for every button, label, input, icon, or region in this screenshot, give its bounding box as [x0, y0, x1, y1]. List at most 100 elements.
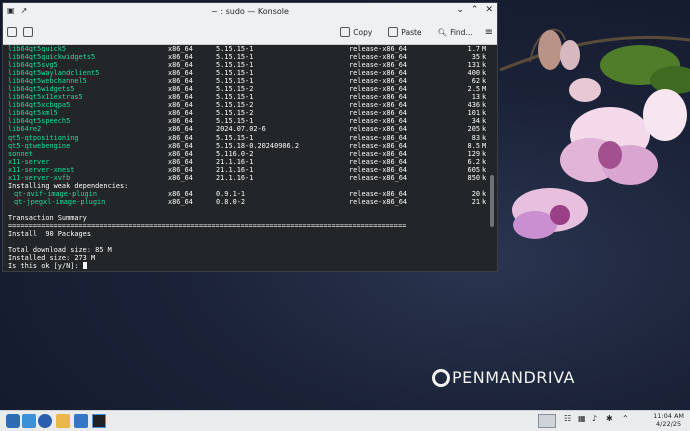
package-repo: release-x86_64 — [349, 93, 408, 102]
package-repo: release-x86_64 — [349, 149, 408, 158]
paste-button[interactable]: Paste — [384, 27, 425, 37]
taskbar: ☷ ▦ ♪ ✱ ⌃ 11:04 AM 4/22/25 — [0, 410, 690, 431]
bluetooth-icon[interactable]: ✱ — [606, 414, 613, 423]
package-size-unit: M — [482, 45, 487, 53]
workspace-pager-icon[interactable] — [538, 414, 556, 428]
package-repo: release-x86_64 — [349, 173, 408, 182]
package-size: 21 — [471, 197, 480, 206]
files-icon[interactable] — [22, 414, 36, 428]
store-icon[interactable] — [74, 414, 88, 428]
konsole-toolbar: Copy Paste 🔍︎ Find... ≡ — [3, 20, 497, 45]
package-row: lib64qt5speech5 x86_64 5.15.15-1 release-x8… — [8, 117, 497, 125]
package-row: x11-server x86_64 21.1.16-1 release-x86_64 6… — [8, 158, 497, 166]
volume-icon[interactable]: ♪ — [592, 414, 597, 423]
package-arch: x86_64 — [168, 93, 193, 102]
package-size: 129 — [467, 149, 480, 158]
package-name: qt-jpegxl-image-plugin — [14, 197, 106, 206]
package-row: x11-server-xvfb x86_64 21.1.16-1 release-x8… — [8, 174, 497, 182]
package-row: x11-server-xnest x86_64 21.1.16-1 release-x… — [8, 166, 497, 174]
package-size: 13 — [471, 93, 480, 102]
package-rows: lib64qt5quick5 x86_64 5.15.15-1 release-x86… — [8, 45, 497, 182]
separator-line: ========================================… — [8, 222, 407, 231]
confirm-prompt[interactable]: Is this ok [y/N]: — [8, 262, 497, 270]
app-launcher-icon[interactable] — [6, 414, 20, 428]
terminal-app-icon: ▣ — [7, 6, 15, 15]
package-size: 436 — [467, 101, 480, 110]
prompt-text: Is this ok [y/N]: — [8, 262, 83, 271]
orchid-wallpaper-image — [499, 28, 690, 239]
package-version: 21.1.16-1 — [216, 173, 254, 182]
package-version: 21.1.16-1 — [216, 157, 254, 166]
paste-icon — [388, 27, 399, 37]
package-size: 131 — [467, 61, 480, 70]
file-manager-icon[interactable] — [56, 414, 70, 428]
package-size-unit: k — [482, 125, 487, 134]
package-arch: x86_64 — [168, 197, 193, 206]
browser-icon[interactable] — [38, 414, 52, 428]
split-view-icon[interactable] — [23, 27, 33, 37]
transaction-summary-heading: Transaction Summary — [8, 213, 87, 222]
package-size: 34 — [471, 117, 480, 126]
clock-date: 4/22/25 — [656, 420, 682, 428]
installed-size-line: Installed size: 273 M — [8, 254, 96, 263]
maximize-icon[interactable]: ⌃ — [471, 5, 479, 15]
logo-text: PENMANDRIVA — [452, 368, 575, 387]
window-titlebar[interactable]: ▣ ↗ ~ : sudo — Konsole ⌄ ⌃ ✕ — [3, 3, 497, 20]
package-size: 2.5 — [467, 85, 480, 94]
close-icon[interactable]: ✕ — [485, 5, 493, 15]
package-repo: release-x86_64 — [349, 157, 408, 166]
copy-button[interactable]: Copy — [336, 27, 376, 37]
package-name: lib64qt5xml5 — [8, 109, 58, 118]
package-size-unit: k — [482, 173, 487, 182]
konsole-task-icon[interactable] — [92, 414, 106, 428]
package-size-unit: k — [482, 197, 487, 206]
package-repo: release-x86_64 — [349, 125, 408, 134]
pin-icon[interactable]: ↗ — [21, 6, 28, 15]
terminal-scrollbar[interactable] — [490, 175, 494, 227]
package-arch: x86_64 — [168, 117, 193, 126]
package-size: 205 — [467, 125, 480, 134]
package-size: 20 — [471, 189, 480, 198]
clock[interactable]: 11:04 AM 4/22/25 — [653, 412, 684, 428]
package-row: lib64qt5x11extras5 x86_64 5.15.15-1 release… — [8, 93, 497, 101]
package-version: 5.15.15-2 — [216, 101, 254, 110]
package-repo: release-x86_64 — [349, 165, 408, 174]
package-name: lib64qt5quick5 — [8, 45, 67, 53]
package-repo: release-x86_64 — [349, 197, 408, 206]
new-tab-icon[interactable] — [7, 27, 17, 37]
paste-label: Paste — [401, 27, 422, 37]
package-version: 5.15.15-1 — [216, 53, 254, 62]
package-arch: x86_64 — [168, 125, 193, 134]
weak-deps-heading: Installing weak dependencies: — [8, 181, 129, 190]
minimize-icon[interactable]: ⌄ — [456, 5, 464, 15]
clipboard-icon[interactable]: ☷ — [564, 414, 571, 423]
package-size-unit: M — [482, 141, 487, 150]
package-row: lib64qt5webchannel5 x86_64 5.15.15-1 releas… — [8, 77, 497, 85]
package-name: lib64qt5quickwidgets5 — [8, 53, 96, 62]
package-size: 400 — [467, 69, 480, 78]
search-icon: 🔍︎ — [437, 27, 448, 37]
openmandriva-logo-o — [432, 368, 450, 387]
download-size-line: Total download size: 85 M — [8, 246, 112, 255]
package-size: 101 — [467, 109, 480, 118]
package-name: x11-server-xnest — [8, 165, 75, 174]
network-icon[interactable]: ▦ — [578, 414, 586, 423]
package-size-unit: k — [482, 69, 487, 78]
find-button[interactable]: 🔍︎ Find... — [434, 28, 477, 37]
hamburger-menu-icon[interactable]: ≡ — [485, 27, 493, 38]
package-arch: x86_64 — [168, 133, 193, 142]
package-row: qt-jpegxl-image-plugin x86_64 0.8.0-2 relea… — [8, 198, 497, 206]
terminal-output[interactable]: lib64qt5quick5 x86_64 5.15.15-1 release-x86… — [3, 45, 497, 271]
package-arch: x86_64 — [168, 109, 193, 118]
tray-expand-icon[interactable]: ⌃ — [622, 414, 629, 423]
clock-time: 11:04 AM — [653, 412, 684, 420]
package-row: lib64qt5xcbqpa5 x86_64 5.15.15-2 release-x8… — [8, 101, 497, 109]
package-arch: x86_64 — [168, 53, 193, 62]
package-arch: x86_64 — [168, 85, 193, 94]
package-arch: x86_64 — [168, 101, 193, 110]
package-arch: x86_64 — [168, 157, 193, 166]
package-size: 83 — [471, 133, 480, 142]
konsole-window[interactable]: ▣ ↗ ~ : sudo — Konsole ⌄ ⌃ ✕ Copy Paste … — [2, 2, 498, 272]
package-arch: x86_64 — [168, 61, 193, 70]
package-version: 5.15.15-1 — [216, 45, 254, 53]
